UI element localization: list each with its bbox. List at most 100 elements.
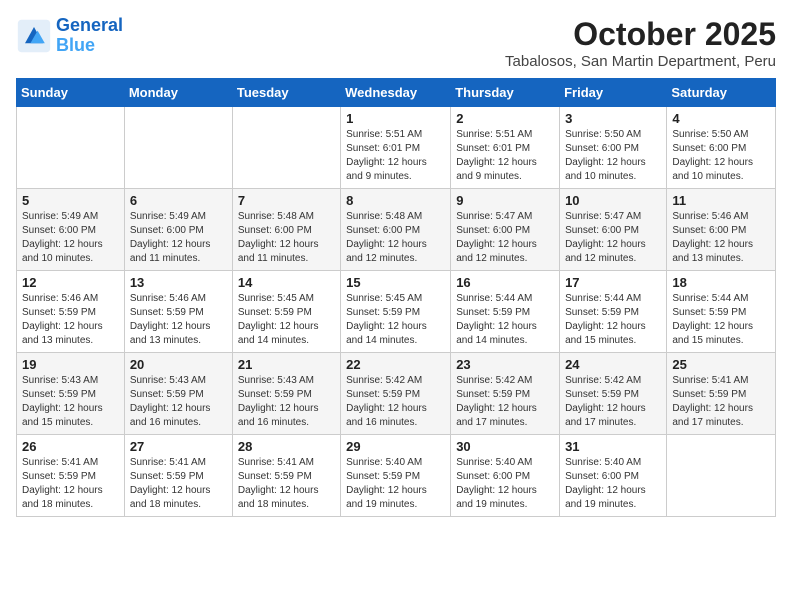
weekday-header-friday: Friday	[560, 79, 667, 107]
day-info: Sunrise: 5:40 AM Sunset: 6:00 PM Dayligh…	[456, 456, 554, 512]
calendar-cell: 30 Sunrise: 5:40 AM Sunset: 6:00 PM Dayli…	[451, 435, 560, 517]
day-info: Sunrise: 5:41 AM Sunset: 5:59 PM Dayligh…	[130, 456, 227, 512]
calendar-cell	[124, 107, 232, 189]
day-info: Sunrise: 5:47 AM Sunset: 6:00 PM Dayligh…	[456, 210, 554, 266]
calendar-cell: 19 Sunrise: 5:43 AM Sunset: 5:59 PM Dayli…	[17, 353, 125, 435]
day-info: Sunrise: 5:43 AM Sunset: 5:59 PM Dayligh…	[130, 374, 227, 430]
day-number: 10	[565, 193, 661, 208]
calendar-table: SundayMondayTuesdayWednesdayThursdayFrid…	[16, 78, 776, 517]
day-number: 12	[22, 275, 119, 290]
week-row-5: 26 Sunrise: 5:41 AM Sunset: 5:59 PM Dayli…	[17, 435, 776, 517]
calendar-cell: 29 Sunrise: 5:40 AM Sunset: 5:59 PM Dayli…	[341, 435, 451, 517]
day-info: Sunrise: 5:41 AM Sunset: 5:59 PM Dayligh…	[238, 456, 335, 512]
day-number: 30	[456, 439, 554, 454]
day-number: 2	[456, 111, 554, 126]
day-info: Sunrise: 5:41 AM Sunset: 5:59 PM Dayligh…	[672, 374, 770, 430]
logo-line1: General	[56, 15, 123, 35]
day-number: 26	[22, 439, 119, 454]
day-info: Sunrise: 5:48 AM Sunset: 6:00 PM Dayligh…	[238, 210, 335, 266]
calendar-cell: 10 Sunrise: 5:47 AM Sunset: 6:00 PM Dayli…	[560, 189, 667, 271]
calendar-cell: 12 Sunrise: 5:46 AM Sunset: 5:59 PM Dayli…	[17, 271, 125, 353]
day-info: Sunrise: 5:41 AM Sunset: 5:59 PM Dayligh…	[22, 456, 119, 512]
calendar-cell: 16Sunrise: 5:44 AM Sunset: 5:59 PM Dayli…	[451, 271, 560, 353]
day-info: Sunrise: 5:47 AM Sunset: 6:00 PM Dayligh…	[565, 210, 661, 266]
day-info: Sunrise: 5:46 AM Sunset: 5:59 PM Dayligh…	[130, 292, 227, 348]
calendar-cell: 15 Sunrise: 5:45 AM Sunset: 5:59 PM Dayli…	[341, 271, 451, 353]
day-number: 3	[565, 111, 661, 126]
day-info: Sunrise: 5:43 AM Sunset: 5:59 PM Dayligh…	[238, 374, 335, 430]
day-number: 27	[130, 439, 227, 454]
day-number: 5	[22, 193, 119, 208]
day-number: 23	[456, 357, 554, 372]
day-info: Sunrise: 5:40 AM Sunset: 6:00 PM Dayligh…	[565, 456, 661, 512]
day-number: 22	[346, 357, 445, 372]
location-title: Tabalosos, San Martin Department, Peru	[505, 53, 776, 70]
calendar-cell: 14Sunrise: 5:45 AM Sunset: 5:59 PM Dayli…	[232, 271, 340, 353]
calendar-cell	[667, 435, 776, 517]
day-info: Sunrise: 5:51 AM Sunset: 6:01 PM Dayligh…	[456, 128, 554, 184]
calendar-cell: 28 Sunrise: 5:41 AM Sunset: 5:59 PM Dayli…	[232, 435, 340, 517]
calendar-cell: 5 Sunrise: 5:49 AM Sunset: 6:00 PM Daylig…	[17, 189, 125, 271]
day-info: Sunrise: 5:50 AM Sunset: 6:00 PM Dayligh…	[672, 128, 770, 184]
calendar-cell: 1Sunrise: 5:51 AM Sunset: 6:01 PM Daylig…	[341, 107, 451, 189]
day-info: Sunrise: 5:43 AM Sunset: 5:59 PM Dayligh…	[22, 374, 119, 430]
day-number: 17	[565, 275, 661, 290]
calendar-cell: 23 Sunrise: 5:42 AM Sunset: 5:59 PM Dayli…	[451, 353, 560, 435]
day-number: 18	[672, 275, 770, 290]
weekday-header-wednesday: Wednesday	[341, 79, 451, 107]
day-info: Sunrise: 5:49 AM Sunset: 6:00 PM Dayligh…	[130, 210, 227, 266]
weekday-header-saturday: Saturday	[667, 79, 776, 107]
day-number: 11	[672, 193, 770, 208]
day-info: Sunrise: 5:40 AM Sunset: 5:59 PM Dayligh…	[346, 456, 445, 512]
day-number: 29	[346, 439, 445, 454]
calendar-cell: 2 Sunrise: 5:51 AM Sunset: 6:01 PM Daylig…	[451, 107, 560, 189]
day-number: 13	[130, 275, 227, 290]
day-info: Sunrise: 5:44 AM Sunset: 5:59 PM Dayligh…	[672, 292, 770, 348]
week-row-4: 19 Sunrise: 5:43 AM Sunset: 5:59 PM Dayli…	[17, 353, 776, 435]
calendar-cell: 17 Sunrise: 5:44 AM Sunset: 5:59 PM Dayli…	[560, 271, 667, 353]
day-info: Sunrise: 5:42 AM Sunset: 5:59 PM Dayligh…	[565, 374, 661, 430]
day-number: 9	[456, 193, 554, 208]
day-number: 25	[672, 357, 770, 372]
day-number: 24	[565, 357, 661, 372]
calendar-cell: 26 Sunrise: 5:41 AM Sunset: 5:59 PM Dayli…	[17, 435, 125, 517]
calendar-cell: 7Sunrise: 5:48 AM Sunset: 6:00 PM Daylig…	[232, 189, 340, 271]
day-number: 14	[238, 275, 335, 290]
calendar-cell: 18 Sunrise: 5:44 AM Sunset: 5:59 PM Dayli…	[667, 271, 776, 353]
calendar-cell: 25 Sunrise: 5:41 AM Sunset: 5:59 PM Dayli…	[667, 353, 776, 435]
weekday-header-monday: Monday	[124, 79, 232, 107]
calendar-cell	[17, 107, 125, 189]
calendar-cell: 13 Sunrise: 5:46 AM Sunset: 5:59 PM Dayli…	[124, 271, 232, 353]
day-number: 15	[346, 275, 445, 290]
weekday-header-sunday: Sunday	[17, 79, 125, 107]
day-info: Sunrise: 5:49 AM Sunset: 6:00 PM Dayligh…	[22, 210, 119, 266]
weekday-header-row: SundayMondayTuesdayWednesdayThursdayFrid…	[17, 79, 776, 107]
day-number: 28	[238, 439, 335, 454]
day-number: 6	[130, 193, 227, 208]
calendar-cell: 24 Sunrise: 5:42 AM Sunset: 5:59 PM Dayli…	[560, 353, 667, 435]
day-info: Sunrise: 5:45 AM Sunset: 5:59 PM Dayligh…	[346, 292, 445, 348]
week-row-3: 12 Sunrise: 5:46 AM Sunset: 5:59 PM Dayli…	[17, 271, 776, 353]
month-title: October 2025	[505, 16, 776, 53]
day-info: Sunrise: 5:42 AM Sunset: 5:59 PM Dayligh…	[456, 374, 554, 430]
day-info: Sunrise: 5:42 AM Sunset: 5:59 PM Dayligh…	[346, 374, 445, 430]
day-info: Sunrise: 5:51 AM Sunset: 6:01 PM Dayligh…	[346, 128, 445, 184]
week-row-1: 1Sunrise: 5:51 AM Sunset: 6:01 PM Daylig…	[17, 107, 776, 189]
week-row-2: 5 Sunrise: 5:49 AM Sunset: 6:00 PM Daylig…	[17, 189, 776, 271]
day-number: 19	[22, 357, 119, 372]
day-info: Sunrise: 5:50 AM Sunset: 6:00 PM Dayligh…	[565, 128, 661, 184]
day-info: Sunrise: 5:46 AM Sunset: 5:59 PM Dayligh…	[22, 292, 119, 348]
day-info: Sunrise: 5:48 AM Sunset: 6:00 PM Dayligh…	[346, 210, 445, 266]
header: General Blue October 2025 Tabalosos, San…	[16, 16, 776, 70]
calendar-cell: 11Sunrise: 5:46 AM Sunset: 6:00 PM Dayli…	[667, 189, 776, 271]
day-number: 31	[565, 439, 661, 454]
calendar-cell: 22 Sunrise: 5:42 AM Sunset: 5:59 PM Dayli…	[341, 353, 451, 435]
day-number: 21	[238, 357, 335, 372]
day-info: Sunrise: 5:44 AM Sunset: 5:59 PM Dayligh…	[565, 292, 661, 348]
weekday-header-thursday: Thursday	[451, 79, 560, 107]
calendar-cell: 31 Sunrise: 5:40 AM Sunset: 6:00 PM Dayli…	[560, 435, 667, 517]
logo-icon	[16, 18, 52, 54]
logo: General Blue	[16, 16, 123, 56]
title-area: October 2025 Tabalosos, San Martin Depar…	[505, 16, 776, 70]
calendar-cell: 8Sunrise: 5:48 AM Sunset: 6:00 PM Daylig…	[341, 189, 451, 271]
